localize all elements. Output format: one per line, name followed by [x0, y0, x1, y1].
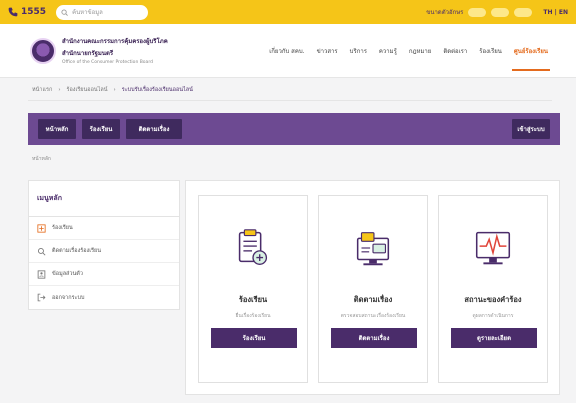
site-header: สำนักงานคณะกรรมการคุ้มครองผู้บริโภค สำนั…	[0, 24, 576, 78]
sidebar-title: เมนูหลัก	[29, 181, 179, 217]
user-card-icon	[37, 269, 46, 279]
org-name-line2: สำนักนายกรัฐมนตรี	[62, 50, 114, 57]
services-panel: ร้องเรียน ยื่นเรื่องร้องเรียน ร้องเรียน …	[185, 180, 560, 395]
breadcrumb-current: ระบบรับเรื่องร้องเรียนออนไลน์	[121, 87, 193, 93]
language-switch[interactable]: TH | EN	[543, 9, 568, 16]
hotline-number: 1555	[21, 7, 47, 17]
status-cta-button[interactable]: ดูรายละเอียด	[451, 328, 537, 348]
search-input[interactable]: ค้นหาข้อมูล	[56, 4, 149, 20]
breadcrumb-home[interactable]: หน้าแรก	[32, 86, 52, 94]
card-subtitle: ตรวจสอบสถานะเรื่องร้องเรียน	[340, 313, 406, 319]
service-card-track: ติดตามเรื่อง ตรวจสอบสถานะเรื่องร้องเรียน…	[318, 195, 428, 383]
hotline[interactable]: 1555	[8, 7, 46, 17]
nav-item-knowledge[interactable]: ความรู้	[379, 24, 397, 77]
sidebar-item-track[interactable]: ติดตามเรื่องร้องเรียน	[29, 240, 179, 263]
search-placeholder: ค้นหาข้อมูล	[72, 9, 103, 16]
nav-item-complaint[interactable]: ร้องเรียน	[479, 24, 502, 77]
card-subtitle: ยื่นเรื่องร้องเรียน	[235, 313, 271, 319]
org-logo[interactable]	[30, 37, 56, 64]
monitor-chat-icon	[349, 224, 397, 272]
service-card-status: สถานะของคำร้อง ดูผลการดำเนินการ ดูรายละเ…	[438, 195, 548, 383]
login-button[interactable]: เข้าสู่ระบบ	[512, 119, 550, 139]
track-button[interactable]: ติดตามเรื่อง	[126, 119, 182, 139]
breadcrumb-separator: ›	[58, 87, 61, 93]
top-utility-bar: 1555 ค้นหาข้อมูล ขนาดตัวอักษร TH | EN	[0, 0, 576, 24]
sidebar-item-logout[interactable]: ออกจากระบบ	[29, 286, 179, 309]
search-icon	[61, 8, 68, 16]
card-title: ร้องเรียน	[238, 295, 268, 304]
nav-item-services[interactable]: บริการ	[350, 24, 367, 77]
nav-item-contact[interactable]: ติดต่อเรา	[443, 24, 467, 77]
nav-item-complaint-center[interactable]: ศูนย์ร้องเรียน	[511, 24, 551, 77]
card-title: ติดตามเรื่อง	[353, 295, 393, 304]
sidebar-item-label: ออกจากระบบ	[52, 294, 85, 301]
sidebar-item-label: ร้องเรียน	[52, 225, 73, 231]
top-right-tools: ขนาดตัวอักษร TH | EN	[426, 7, 568, 17]
section-caption: หน้าหลัก	[32, 156, 51, 162]
service-card-complaint: ร้องเรียน ยื่นเรื่องร้องเรียน ร้องเรียน	[198, 195, 308, 383]
nav-item-about[interactable]: เกี่ยวกับ สคบ.	[269, 24, 304, 77]
clipboard-add-icon	[229, 224, 277, 272]
action-bar: หน้าหลัก ร้องเรียน ติดตามเรื่อง เข้าสู่ร…	[28, 113, 560, 145]
nav-item-law[interactable]: กฎหมาย	[409, 24, 431, 77]
logout-icon	[37, 293, 46, 302]
sidebar-item-complaint[interactable]: ร้องเรียน	[29, 217, 179, 240]
home-button[interactable]: หน้าหลัก	[38, 119, 76, 139]
sidebar-item-label: ติดตามเรื่องร้องเรียน	[52, 248, 102, 254]
breadcrumb-separator: ›	[113, 87, 116, 93]
breadcrumb-section[interactable]: ร้องเรียนออนไลน์	[67, 86, 108, 94]
org-name-line3: Office of the Consumer Protection Board	[62, 60, 153, 65]
complaint-cta-button[interactable]: ร้องเรียน	[211, 328, 297, 348]
org-name: สำนักงานคณะกรรมการคุ้มครองผู้บริโภค สำนั…	[62, 36, 192, 65]
phone-icon	[8, 7, 18, 17]
org-name-line1: สำนักงานคณะกรรมการคุ้มครองผู้บริโภค	[62, 38, 168, 45]
contrast-toggle[interactable]	[514, 7, 533, 17]
sidebar-menu: เมนูหลัก ร้องเรียน ติดตามเรื่องร้องเรียน…	[28, 180, 180, 310]
sidebar-item-profile[interactable]: ข้อมูลส่วนตัว	[29, 263, 179, 286]
card-title: สถานะของคำร้อง	[464, 295, 522, 304]
sidebar-item-label: ข้อมูลส่วนตัว	[52, 271, 83, 277]
main-nav: เกี่ยวกับ สคบ. ข่าวสาร บริการ ความรู้ กฎ…	[269, 24, 551, 77]
font-size-toggle-2[interactable]	[491, 7, 510, 17]
breadcrumb: หน้าแรก › ร้องเรียนออนไลน์ › ระบบรับเรื่…	[32, 86, 193, 94]
font-size-label: ขนาดตัวอักษร	[426, 9, 464, 16]
search-icon	[37, 247, 46, 256]
plus-square-icon	[37, 223, 46, 233]
monitor-pulse-icon	[469, 224, 517, 272]
card-subtitle: ดูผลการดำเนินการ	[472, 313, 514, 319]
font-size-toggle-1[interactable]	[468, 7, 487, 17]
complaint-button[interactable]: ร้องเรียน	[82, 119, 120, 139]
nav-item-news[interactable]: ข่าวสาร	[317, 24, 338, 77]
divider	[28, 100, 552, 101]
track-cta-button[interactable]: ติดตามเรื่อง	[331, 328, 417, 348]
